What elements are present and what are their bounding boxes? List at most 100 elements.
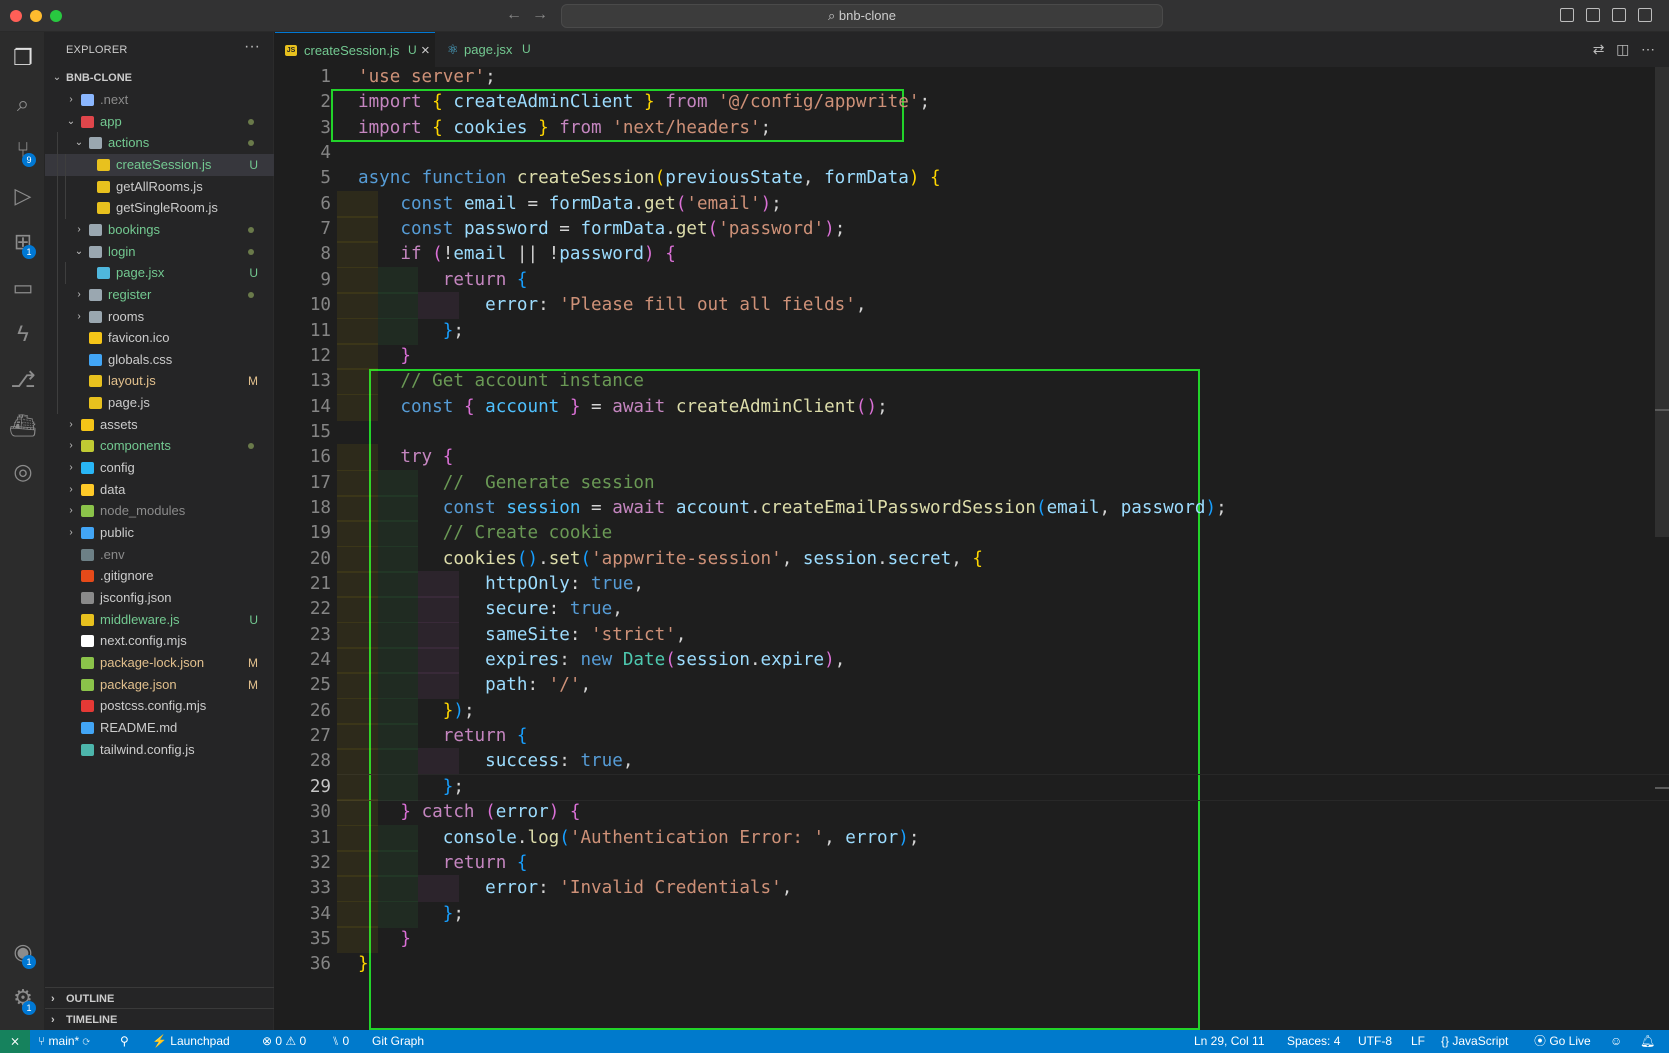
more-actions-icon[interactable]: ··· [244, 38, 260, 56]
file-item[interactable]: getSingleRoom.js [45, 197, 274, 220]
git-graph-status[interactable]: Git Graph [372, 1030, 424, 1053]
file-item[interactable]: jsconfig.json [45, 587, 274, 609]
file-item[interactable]: layout.js M [45, 370, 274, 393]
tab-page-jsx[interactable]: ⚛ page.jsx U [435, 32, 545, 67]
file-name: getSingleRoom.js [116, 200, 218, 216]
file-item[interactable]: tailwind.config.js [45, 739, 274, 761]
file-item[interactable]: postcss.config.mjs [45, 695, 274, 717]
react-file-icon: ⚛ [447, 42, 459, 57]
launchpad-status[interactable]: ⚡ Launchpad [152, 1030, 230, 1053]
indentation-status[interactable]: Spaces: 4 [1287, 1030, 1340, 1053]
code-token: ) [644, 244, 655, 265]
docker-icon[interactable]: ⛴ [9, 412, 37, 440]
eol-status[interactable]: LF [1411, 1030, 1425, 1053]
gitlens-status-icon[interactable]: ⚲ [120, 1030, 129, 1053]
code-token: ; [834, 219, 846, 240]
file-item[interactable]: getAllRooms.js [45, 175, 274, 198]
gitlens-icon[interactable]: ◎ [9, 458, 37, 486]
folder-icon [81, 115, 94, 128]
customize-layout-icon[interactable] [1638, 8, 1652, 22]
file-item[interactable]: .env [45, 544, 274, 566]
problems-status[interactable]: ⊗ 0 ⚠ 0 [262, 1030, 306, 1053]
folder-item[interactable]: › .next [45, 89, 274, 111]
line-number: 34 [309, 903, 331, 924]
minimize-window-button[interactable] [30, 10, 42, 22]
language-mode[interactable]: {} JavaScript [1441, 1030, 1508, 1053]
indent-guide [57, 283, 58, 306]
git-status: M [248, 655, 258, 670]
file-item[interactable]: package.json M [45, 674, 274, 696]
cursor-position[interactable]: Ln 29, Col 11 [1194, 1030, 1265, 1053]
copilot-status-icon[interactable]: ☺ [1610, 1030, 1622, 1053]
close-tab-icon[interactable]: × [421, 33, 430, 68]
remote-indicator-icon[interactable]: ⨯ [0, 1030, 30, 1053]
run-debug-icon[interactable]: ▷ [9, 182, 37, 210]
tab-git-status: U [408, 43, 417, 57]
back-arrow-icon[interactable]: ← [506, 6, 522, 24]
line-number: 16 [309, 447, 331, 468]
folder-item[interactable]: › config [45, 457, 274, 479]
encoding-status[interactable]: UTF-8 [1358, 1030, 1392, 1053]
file-item[interactable]: README.md [45, 717, 274, 739]
forward-arrow-icon[interactable]: → [532, 6, 548, 24]
toggle-secondary-sidebar-icon[interactable] [1612, 8, 1626, 22]
folder-item[interactable]: › bookings [45, 218, 274, 241]
go-live-button[interactable]: ⦿ Go Live [1534, 1030, 1591, 1053]
folder-item[interactable]: › data [45, 479, 274, 501]
ports-status[interactable]: ⑊ 0 [332, 1030, 349, 1053]
explorer-icon[interactable]: ❐ [9, 44, 37, 72]
close-window-button[interactable] [10, 10, 22, 22]
file-name: createSession.js [116, 156, 212, 172]
file-name: next.config.mjs [100, 633, 187, 649]
file-item[interactable]: package-lock.json M [45, 652, 274, 674]
search-icon[interactable]: ⌕ [9, 90, 37, 118]
command-center-search[interactable]: ⌕ bnb-clone [561, 4, 1163, 28]
remote-explorer-icon[interactable]: ▭ [9, 274, 37, 302]
file-icon [81, 721, 94, 734]
folder-item[interactable]: › assets [45, 414, 274, 436]
code-text: path: '/', [358, 672, 591, 699]
tab-createsession[interactable]: JS createSession.js U × [275, 32, 435, 67]
file-item[interactable]: .gitignore [45, 565, 274, 587]
maximize-window-button[interactable] [50, 10, 62, 22]
compare-changes-icon[interactable]: ⇄ [1593, 41, 1605, 57]
code-editor[interactable]: 1 'use server'; 2 import { createAdminClien… [275, 67, 1669, 1030]
title-bar: ← → ⌕ bnb-clone [0, 0, 1669, 32]
file-item[interactable]: page.js [45, 392, 274, 415]
folder-item[interactable]: ⌄ actions [45, 132, 274, 155]
file-item[interactable]: middleware.js U [45, 609, 274, 631]
file-item[interactable]: createSession.js U [45, 153, 274, 176]
workspace-root[interactable]: ⌄ BNB-CLONE [45, 67, 274, 89]
folder-item[interactable]: ⌄ app [45, 111, 274, 133]
folder-item[interactable]: ⌄ login [45, 240, 274, 263]
more-actions-icon[interactable]: ⋯ [1641, 41, 1655, 57]
folder-item[interactable]: › public [45, 522, 274, 544]
file-item[interactable]: globals.css [45, 348, 274, 371]
code-token: ) [760, 193, 772, 214]
folder-item[interactable]: › register [45, 283, 274, 306]
toggle-panel-icon[interactable] [1586, 8, 1600, 22]
file-item[interactable]: page.jsx U [45, 262, 274, 285]
outline-section[interactable]: › OUTLINE [45, 987, 274, 1009]
git-graph-icon[interactable]: ⎇ [9, 366, 37, 394]
thunder-client-icon[interactable]: ϟ [9, 320, 37, 348]
folder-item[interactable]: › components [45, 435, 274, 457]
split-editor-icon[interactable]: ◫ [1616, 41, 1629, 57]
timeline-section[interactable]: › TIMELINE [45, 1008, 274, 1030]
file-name: page.js [108, 395, 150, 411]
indent-guide [57, 305, 58, 328]
branch-status[interactable]: ⑂ main* ⟳ [38, 1030, 90, 1053]
code-token: account [675, 497, 750, 518]
toggle-primary-sidebar-icon[interactable] [1560, 8, 1574, 22]
folder-item[interactable]: › node_modules [45, 500, 274, 522]
code-token: () [855, 396, 878, 417]
code-token: await [612, 396, 666, 417]
notifications-bell-icon[interactable]: 🔔︎ [1640, 1030, 1655, 1053]
file-item[interactable]: next.config.mjs [45, 630, 274, 652]
folder-item[interactable]: › rooms [45, 305, 274, 328]
indent-guide [57, 392, 58, 415]
file-item[interactable]: favicon.ico [45, 327, 274, 350]
